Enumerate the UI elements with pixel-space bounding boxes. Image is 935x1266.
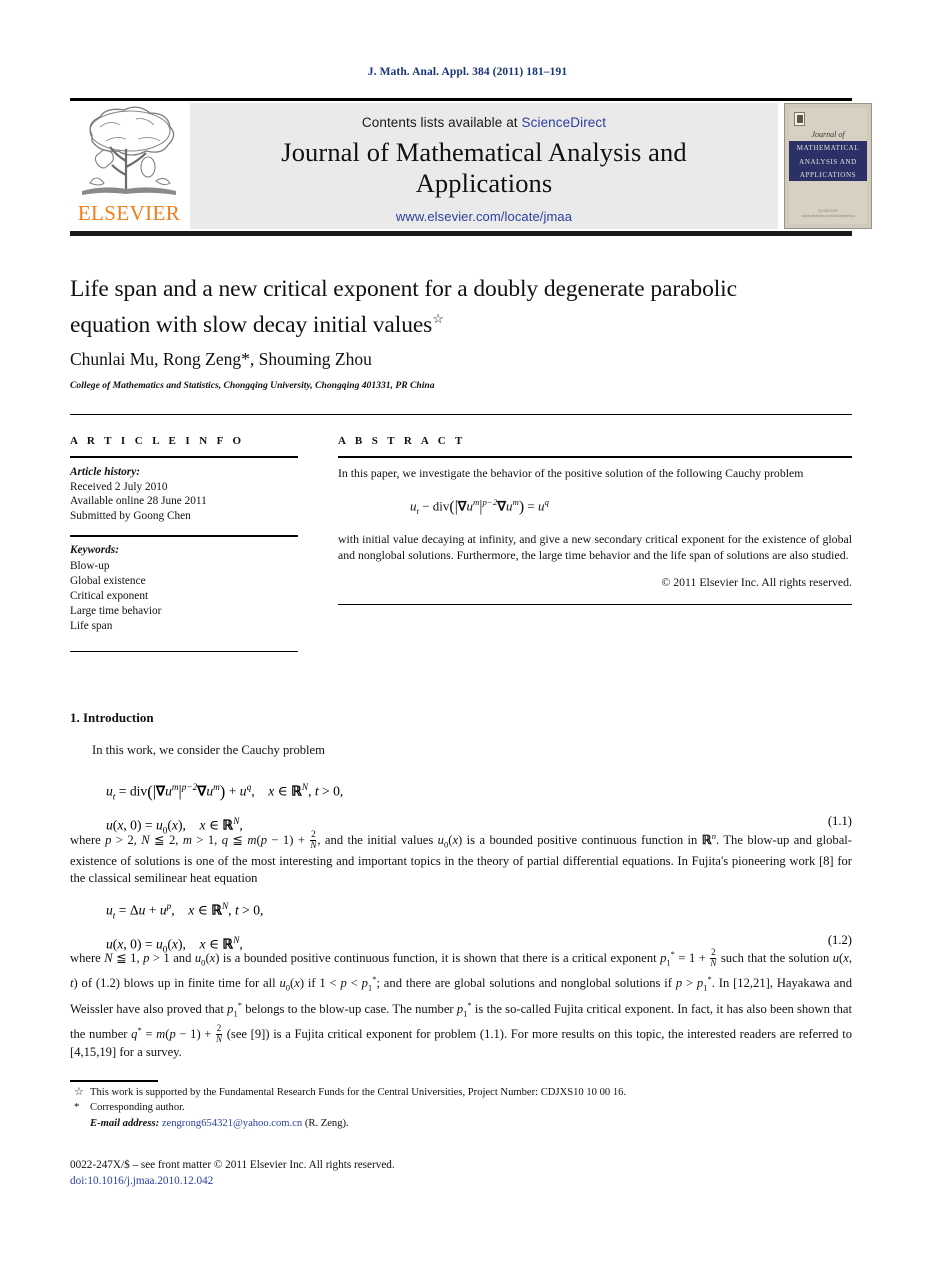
keywords-block: Keywords: Blow-up Global existence Criti… [70, 543, 298, 634]
author-list: Chunlai Mu, Rong Zeng*, Shouming Zhou [70, 349, 372, 369]
equation-1-2-line-1: ut = Δu + up, x ∈ ℝN, t > 0, [106, 901, 264, 921]
cover-foot-line2: www.elsevier.com/locate/jmaa [801, 213, 855, 218]
keyword-item: Blow-up [70, 559, 110, 572]
abstract-heading: A B S T R A C T [338, 435, 466, 447]
issn-front-matter-line: 0022-247X/$ – see front matter © 2011 El… [70, 1159, 395, 1171]
journal-cover-thumbnail: Journal of MATHEMATICAL ANALYSIS AND APP… [784, 103, 872, 229]
cover-footer: ELSEVIER www.elsevier.com/locate/jmaa [789, 208, 867, 218]
para-frag-b: , and the initial values [317, 833, 438, 848]
masthead-rule-top [70, 98, 852, 101]
title-footnote-marker[interactable]: ☆ [432, 311, 444, 326]
abstract-bottom-rule [338, 603, 852, 605]
cover-title-band: MATHEMATICAL ANALYSIS AND APPLICATIONS [789, 141, 867, 181]
intro-lead-paragraph: In this work, we consider the Cauchy pro… [70, 742, 852, 759]
title-line-2-text: equation with slow decay initial values [70, 311, 433, 338]
page-title: Life span and a new critical exponent fo… [70, 274, 860, 340]
cover-script-text: Journal of [811, 130, 845, 139]
cover-band-line2: ANALYSIS AND [799, 157, 857, 166]
para-frag-c: is a bounded positive continuous functio… [462, 833, 702, 848]
history-available-online: Available online 28 June 2011 [70, 495, 207, 508]
elsevier-tree-icon [82, 106, 176, 195]
footnote-separator-rule [70, 1080, 158, 1082]
elsevier-logo: ELSEVIER [70, 103, 188, 229]
paragraph-after-eq-1-1: where p > 2, N ≦ 2, m > 1, q ≦ m(p − 1) … [70, 828, 852, 886]
title-line-1: Life span and a new critical exponent fo… [70, 276, 737, 302]
history-received: Received 2 July 2010 [70, 480, 168, 493]
abstract-paragraph-1: In this paper, we investigate the behavi… [338, 466, 804, 480]
rule-above-info [70, 414, 852, 415]
paragraph-after-eq-1-2: where N ≦ 1, p > 1 and u0(x) is a bounde… [70, 946, 852, 1060]
footnote-funding-text: This work is supported by the Fundamenta… [90, 1087, 627, 1098]
intro-lead-text: In this work, we consider the Cauchy pro… [92, 743, 325, 757]
running-head: J. Math. Anal. Appl. 384 (2011) 181–191 [367, 66, 568, 78]
article-info-column: A R T I C L E I N F O Article history: R… [70, 435, 298, 652]
cover-inner: Journal of MATHEMATICAL ANALYSIS AND APP… [789, 108, 867, 224]
footnote-corresponding-text: Corresponding author. [90, 1102, 185, 1114]
info-rule-3 [70, 650, 298, 652]
cover-band-line1: MATHEMATICAL [796, 144, 860, 152]
paragraph-after-eq-1-2-text: where N ≦ 1, p > 1 and u0(x) is a bounde… [70, 947, 852, 1059]
info-rule-1 [70, 456, 298, 458]
article-info-heading: A R T I C L E I N F O [70, 435, 245, 447]
footnote-asterisk-marker: * [74, 1101, 80, 1114]
contents-prefix: Contents lists available at [361, 115, 522, 130]
abstract-equation: ut − div(|∇um|p−2∇um) = uq [410, 497, 549, 517]
abstract-paragraph-2: with initial value decaying at infinity,… [338, 532, 852, 562]
imprint-block: 0022-247X/$ – see front matter © 2011 El… [70, 1158, 852, 1189]
article-history: Article history: Received 2 July 2010 Av… [70, 465, 298, 523]
journal-title: Journal of Mathematical Analysis and App… [190, 137, 778, 199]
section-heading-introduction: 1. Introduction [70, 710, 154, 725]
email-address-label: E-mail address: [90, 1117, 160, 1129]
title-line-2: equation with slow decay initial values☆ [70, 304, 860, 340]
journal-title-line2: Applications [415, 168, 553, 198]
contents-available-line: Contents lists available at ScienceDirec… [190, 115, 778, 130]
masthead-center-panel: Contents lists available at ScienceDirec… [190, 103, 778, 229]
history-submitted-by: Submitted by Goong Chen [70, 509, 191, 522]
abstract-rule [338, 456, 852, 458]
cover-band-line3: APPLICATIONS [799, 171, 857, 179]
abstract-column: A B S T R A C T In this paper, we invest… [338, 435, 852, 605]
equation-1-1-line-1: ut = div(|∇um|p−2∇um) + uq, x ∈ ℝN, t > … [106, 781, 344, 802]
email-address-link[interactable]: zengrong654321@yahoo.com.cn [162, 1118, 302, 1129]
copyright-line: © 2011 Elsevier Inc. All rights reserved… [661, 574, 852, 589]
journal-homepage-link[interactable]: www.elsevier.com/locate/jmaa [190, 209, 778, 224]
para-frag-where: where [70, 833, 106, 848]
email-author-suffix: (R. Zeng). [304, 1117, 349, 1129]
paper-page: J. Math. Anal. Appl. 384 (2011) 181–191 … [0, 0, 935, 1266]
footnotes-block: ☆ This work is supported by the Fundamen… [70, 1085, 852, 1131]
footnote-star-marker: ☆ [74, 1086, 84, 1098]
keyword-item: Critical exponent [70, 589, 149, 602]
keyword-item: Global existence [70, 574, 146, 587]
footnote-funding: ☆ This work is supported by the Fundamen… [70, 1085, 852, 1100]
paragraph-after-eq-1-1-text: where p > 2, N ≦ 2, m > 1, q ≦ m(p − 1) … [70, 829, 852, 885]
doi-link[interactable]: doi:10.1016/j.jmaa.2010.12.042 [70, 1174, 852, 1190]
cover-elsevier-icon [794, 112, 805, 126]
masthead-rule-bottom [70, 231, 852, 236]
journal-title-line1: Journal of Mathematical Analysis and [281, 137, 687, 167]
info-rule-2 [70, 535, 298, 538]
journal-masthead: ELSEVIER Contents lists available at Sci… [70, 103, 872, 229]
footnote-email-row: E-mail address: zengrong654321@yahoo.com… [70, 1116, 852, 1131]
article-history-label: Article history: [70, 466, 140, 478]
keyword-item: Life span [70, 620, 113, 633]
keyword-item: Large time behavior [70, 605, 162, 618]
affiliation: College of Mathematics and Statistics, C… [70, 380, 435, 391]
footnote-corresponding: * Corresponding author. [70, 1100, 852, 1115]
sciencedirect-link[interactable]: ScienceDirect [522, 115, 607, 130]
keywords-label: Keywords: [70, 544, 119, 557]
elsevier-wordmark: ELSEVIER [77, 201, 181, 225]
